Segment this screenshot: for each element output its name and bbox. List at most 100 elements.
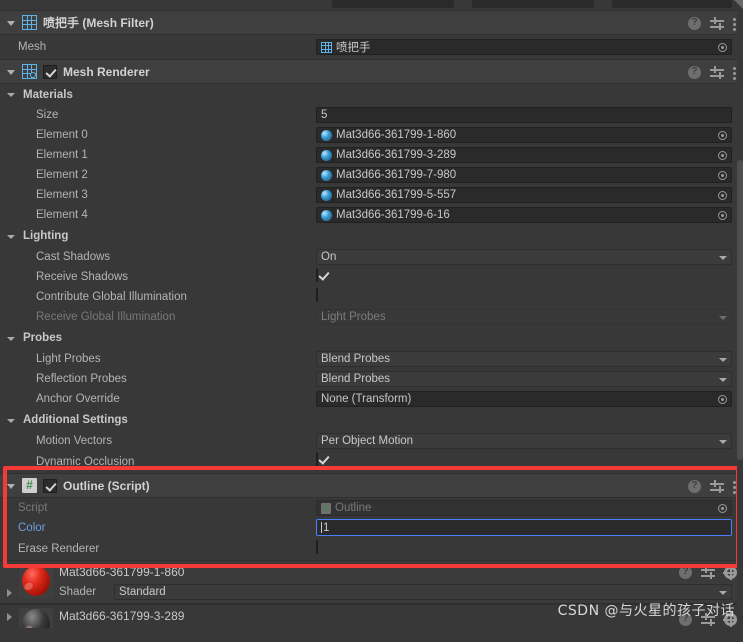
object-picker-icon[interactable]: [715, 392, 730, 406]
field-element-4[interactable]: Mat3d66-361799-6-16: [316, 207, 732, 223]
field-script: Outline: [316, 500, 732, 516]
help-icon[interactable]: [688, 65, 701, 79]
field-anchor-override[interactable]: None (Transform): [316, 391, 732, 407]
scrollbar-thumb[interactable]: [737, 160, 743, 460]
foldout-arrow-icon[interactable]: [4, 479, 18, 493]
object-picker-icon[interactable]: [715, 208, 730, 222]
component-title-outline-script: Outline (Script): [63, 478, 150, 493]
row-anchor-override: Anchor Override None (Transform): [0, 389, 743, 409]
foldout-arrow-icon[interactable]: [4, 65, 18, 79]
field-color[interactable]: 1: [316, 519, 732, 536]
vertical-scrollbar[interactable]: [737, 10, 743, 642]
chevron-down-icon: [719, 358, 727, 362]
value-color: 1: [323, 521, 330, 534]
component-outline-script: Outline (Script) Script Outline Color: [0, 473, 743, 560]
value-element-2: Mat3d66-361799-7-980: [336, 169, 457, 181]
material-ball-icon: [321, 209, 332, 221]
mesh-grid-icon: [321, 41, 332, 53]
dropdown-shader[interactable]: Standard: [114, 584, 732, 600]
foldout-arrow-icon[interactable]: [4, 611, 17, 624]
csdn-watermark: CSDN @与火星的孩子对话: [557, 603, 735, 619]
partial-field-z[interactable]: [612, 0, 732, 8]
row-receive-shadows: Receive Shadows: [0, 267, 743, 287]
foldout-arrow-icon[interactable]: [6, 88, 19, 101]
material-sphere-icon: [22, 609, 50, 628]
section-header-lighting[interactable]: Lighting: [0, 225, 743, 247]
label-mesh: Mesh: [18, 41, 47, 53]
object-picker-icon[interactable]: [715, 168, 730, 182]
row-size: Size 5: [0, 105, 743, 125]
foldout-arrow-icon[interactable]: [6, 230, 19, 243]
field-element-1[interactable]: Mat3d66-361799-3-289: [316, 147, 732, 163]
row-contribute-gi: Contribute Global Illumination: [0, 287, 743, 307]
preset-icon[interactable]: [710, 480, 724, 493]
dropdown-reflection-probes[interactable]: Blend Probes: [316, 371, 732, 387]
help-icon[interactable]: [679, 565, 692, 579]
unity-inspector-panel: 喷把手 (Mesh Filter) Mesh 喷把手: [0, 0, 743, 642]
foldout-arrow-icon[interactable]: [6, 414, 19, 427]
checkbox-dynamic-occlusion[interactable]: [316, 452, 318, 466]
component-enabled-checkbox-mesh-renderer[interactable]: [43, 64, 57, 79]
row-cast-shadows: Cast Shadows On: [0, 247, 743, 267]
component-enabled-checkbox-outline[interactable]: [43, 478, 57, 493]
material-ball-icon: [321, 149, 332, 161]
chevron-down-icon: [719, 256, 727, 260]
material-preview-thumbnail: [19, 608, 53, 628]
row-element-4: Element 4 Mat3d66-361799-6-16: [0, 205, 743, 225]
value-element-0: Mat3d66-361799-1-860: [336, 129, 457, 141]
label-dynamic-occlusion: Dynamic Occlusion: [36, 456, 135, 468]
component-header-outline-script[interactable]: Outline (Script): [0, 473, 743, 498]
label-element-0: Element 0: [36, 129, 88, 141]
gear-icon[interactable]: [722, 564, 738, 580]
checkbox-receive-shadows[interactable]: [316, 268, 318, 282]
help-icon[interactable]: [688, 16, 701, 30]
label-size: Size: [36, 109, 59, 121]
label-shader: Shader: [59, 586, 97, 598]
checkbox-erase-renderer[interactable]: [316, 540, 318, 554]
section-title-probes: Probes: [23, 332, 62, 344]
preset-icon[interactable]: [701, 566, 715, 579]
component-header-mesh-filter[interactable]: 喷把手 (Mesh Filter): [0, 10, 743, 35]
preset-icon[interactable]: [710, 17, 724, 30]
object-picker-icon: [715, 501, 730, 515]
label-element-2: Element 2: [36, 169, 88, 181]
component-header-mesh-renderer[interactable]: Mesh Renderer: [0, 59, 743, 84]
row-script: Script Outline: [0, 498, 743, 518]
mesh-renderer-icon: [22, 64, 37, 79]
object-picker-icon[interactable]: [715, 188, 730, 202]
row-light-probes: Light Probes Blend Probes: [0, 349, 743, 369]
label-element-3: Element 3: [36, 189, 88, 201]
dropdown-cast-shadows[interactable]: On: [316, 249, 732, 265]
material-preview-block-0: Mat3d66-361799-1-860 Shader Standard: [0, 560, 743, 604]
checkbox-contribute-global-illumination[interactable]: [316, 288, 318, 302]
foldout-arrow-icon[interactable]: [4, 587, 17, 600]
field-element-2[interactable]: Mat3d66-361799-7-980: [316, 167, 732, 183]
partial-field-y[interactable]: [472, 0, 594, 8]
object-picker-icon[interactable]: [715, 128, 730, 142]
help-icon[interactable]: [688, 479, 701, 493]
field-size[interactable]: 5: [316, 107, 732, 123]
dropdown-light-probes[interactable]: Blend Probes: [316, 351, 732, 367]
label-script: Script: [18, 502, 48, 514]
foldout-arrow-icon[interactable]: [4, 16, 18, 30]
field-mesh[interactable]: 喷把手: [316, 39, 732, 55]
value-script: Outline: [335, 502, 372, 514]
preset-icon[interactable]: [710, 66, 724, 79]
section-header-additional-settings[interactable]: Additional Settings: [0, 409, 743, 431]
foldout-arrow-icon[interactable]: [6, 332, 19, 345]
partial-field-x[interactable]: [332, 0, 454, 8]
dropdown-motion-vectors[interactable]: Per Object Motion: [316, 433, 732, 449]
label-light-probes: Light Probes: [36, 353, 101, 365]
section-header-probes[interactable]: Probes: [0, 327, 743, 349]
section-title-lighting: Lighting: [23, 230, 69, 242]
field-element-0[interactable]: Mat3d66-361799-1-860: [316, 127, 732, 143]
row-element-2: Element 2 Mat3d66-361799-7-980: [0, 165, 743, 185]
object-picker-icon[interactable]: [715, 148, 730, 162]
object-picker-icon[interactable]: [715, 40, 730, 54]
section-header-materials[interactable]: Materials: [0, 84, 743, 105]
label-receive-shadows: Receive Shadows: [36, 271, 129, 283]
value-receive-global-illumination: Light Probes: [321, 311, 386, 323]
text-caret: [321, 522, 322, 533]
material-name-0: Mat3d66-361799-1-860: [59, 565, 185, 579]
field-element-3[interactable]: Mat3d66-361799-5-557: [316, 187, 732, 203]
